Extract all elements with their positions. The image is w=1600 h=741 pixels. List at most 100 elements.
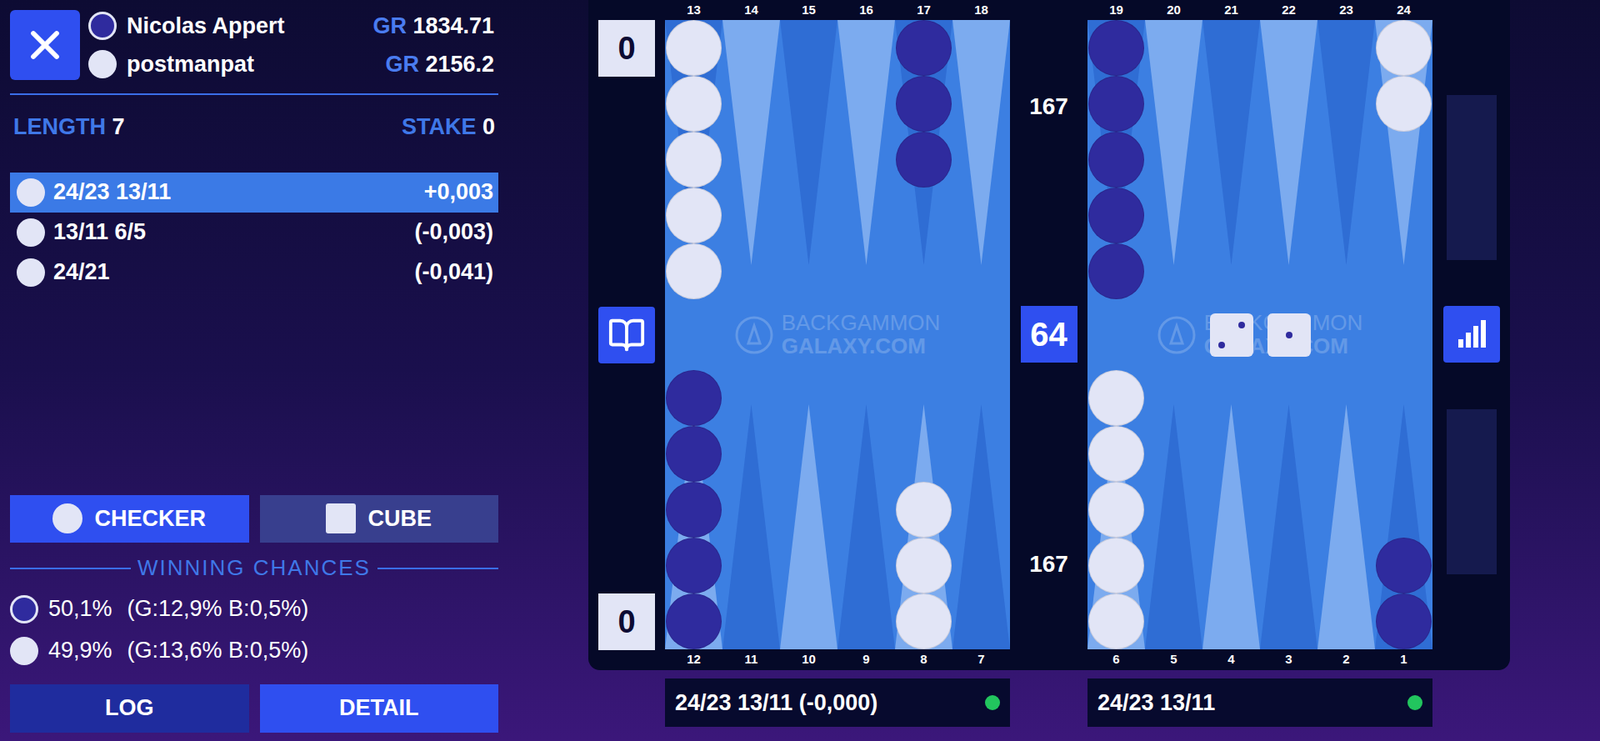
point[interactable]: [895, 335, 953, 650]
checker[interactable]: [1088, 131, 1145, 188]
point[interactable]: [1375, 20, 1433, 335]
checker[interactable]: [1088, 75, 1145, 132]
point[interactable]: [1260, 335, 1318, 650]
point[interactable]: [722, 20, 780, 335]
board-quadrant: BACKGAMMONGALAXY.COM: [1087, 20, 1433, 650]
point[interactable]: [952, 335, 1010, 650]
checker[interactable]: [1375, 537, 1432, 594]
checker[interactable]: [1088, 370, 1145, 426]
checker[interactable]: [665, 187, 722, 244]
winning-chances-title: WINNING CHANCES: [10, 557, 499, 580]
triangle-icon: [722, 404, 780, 650]
player-row: postmanpatGR 2156.2: [88, 48, 499, 80]
stats-button[interactable]: [1443, 305, 1500, 363]
checker[interactable]: [895, 593, 952, 650]
header: Nicolas AppertGR 1834.71postmanpatGR 215…: [10, 10, 499, 80]
point[interactable]: [837, 335, 895, 650]
move-row[interactable]: 24/23 13/11+0,003: [10, 172, 499, 213]
point[interactable]: [1087, 20, 1145, 335]
winning-chance-row: 50,1%(G:12,9% B:0,5%): [10, 588, 499, 630]
triangle-icon: [1260, 20, 1318, 265]
checker[interactable]: [1088, 593, 1145, 650]
checker[interactable]: [665, 75, 722, 132]
point[interactable]: [1145, 20, 1203, 335]
checker[interactable]: [1088, 537, 1145, 594]
point-labels: 192021222324: [1087, 0, 1433, 20]
pip-count: 167: [1029, 93, 1069, 120]
checker[interactable]: [1375, 20, 1432, 76]
checker[interactable]: [665, 243, 722, 300]
triangle-icon: [952, 20, 1010, 265]
checker[interactable]: [665, 425, 722, 482]
analysis-panel: Nicolas AppertGR 1834.71postmanpatGR 215…: [0, 0, 500, 741]
galaxy-logo-icon: [735, 315, 774, 355]
status-strip: 24/23 13/11: [1087, 678, 1433, 727]
checker[interactable]: [665, 370, 722, 426]
checker[interactable]: [895, 131, 952, 188]
mode-tab[interactable]: CUBE: [260, 495, 500, 543]
die[interactable]: [1210, 313, 1254, 357]
point[interactable]: [1145, 335, 1203, 650]
point[interactable]: [665, 335, 723, 650]
point-labels: 654321: [1087, 649, 1433, 670]
checker[interactable]: [895, 75, 952, 132]
point[interactable]: [780, 20, 838, 335]
point[interactable]: [895, 20, 953, 335]
checker[interactable]: [1088, 243, 1145, 300]
checker[interactable]: [1088, 425, 1145, 482]
point[interactable]: [665, 20, 723, 335]
point[interactable]: [1260, 20, 1318, 335]
point[interactable]: [1317, 20, 1375, 335]
divider: [10, 93, 499, 95]
point[interactable]: [1375, 335, 1433, 650]
bar: 16764167: [1010, 0, 1088, 670]
footer-button[interactable]: LOG: [10, 684, 250, 733]
point[interactable]: [1087, 335, 1145, 650]
player-color-icon: [88, 50, 117, 79]
point[interactable]: [1202, 20, 1260, 335]
close-button[interactable]: [10, 10, 80, 80]
checker[interactable]: [1375, 593, 1432, 650]
point[interactable]: [722, 335, 780, 650]
point[interactable]: [952, 20, 1010, 335]
triangle-icon: [1202, 20, 1260, 265]
footer-button[interactable]: DETAIL: [260, 684, 500, 733]
doubling-cube[interactable]: 64: [1020, 305, 1078, 363]
move-row[interactable]: 24/21(-0,041): [10, 252, 499, 293]
checker[interactable]: [895, 537, 952, 594]
checker[interactable]: [895, 20, 952, 76]
point[interactable]: [837, 20, 895, 335]
checker[interactable]: [665, 481, 722, 538]
book-icon: [607, 315, 646, 355]
checker[interactable]: [665, 131, 722, 188]
checker[interactable]: [1088, 481, 1145, 538]
triangle-icon: [1202, 404, 1260, 650]
mode-tab[interactable]: CHECKER: [10, 495, 250, 543]
winning-chance-row: 49,9%(G:13,6% B:0,5%): [10, 630, 499, 672]
triangle-icon: [1317, 404, 1375, 650]
die[interactable]: [1267, 313, 1311, 357]
right-tray: [1432, 0, 1510, 670]
player-color-icon: [88, 11, 117, 40]
point[interactable]: [1317, 335, 1375, 650]
player-color-icon: [10, 595, 39, 624]
cube-icon: [325, 503, 356, 534]
checker[interactable]: [1088, 187, 1145, 244]
checker[interactable]: [665, 593, 722, 650]
checker[interactable]: [1375, 75, 1432, 132]
status-dot-icon: [1407, 695, 1423, 710]
point-labels: 131415161718: [665, 0, 1010, 20]
bear-off-tray: [1446, 95, 1497, 260]
triangle-icon: [780, 20, 838, 265]
point[interactable]: [780, 335, 838, 650]
checker[interactable]: [665, 20, 722, 76]
triangle-icon: [837, 404, 895, 650]
point[interactable]: [1202, 335, 1260, 650]
book-button[interactable]: [598, 306, 655, 364]
checker[interactable]: [895, 481, 952, 538]
triangle-icon: [1317, 20, 1375, 265]
player-color-icon: [10, 636, 39, 665]
checker[interactable]: [1088, 20, 1145, 76]
checker[interactable]: [665, 537, 722, 594]
move-row[interactable]: 13/11 6/5(-0,003): [10, 212, 499, 253]
